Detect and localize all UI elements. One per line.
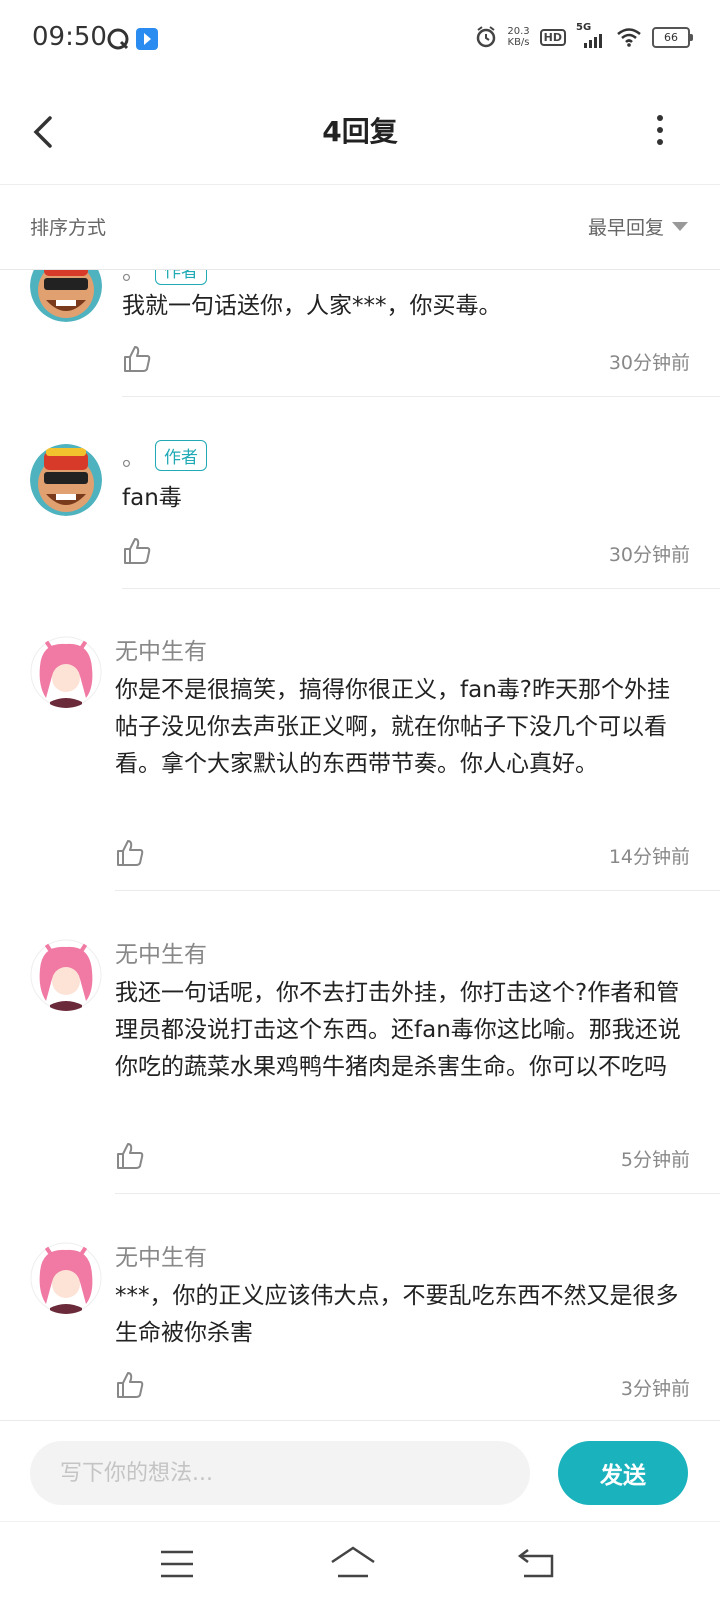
send-button[interactable]: 发送 — [558, 1441, 688, 1505]
home-icon[interactable] — [328, 1542, 378, 1586]
header: 4回复 — [0, 80, 720, 185]
username: 无中生有 — [115, 942, 207, 968]
back-nav-icon[interactable] — [514, 1542, 558, 1586]
comment-composer: 发送 — [0, 1420, 720, 1521]
reply-text: 我还一句话呢，你不去打击外挂，你打击这个?作者和管理员都没说打击这个东西。还fa… — [115, 980, 681, 1080]
reply-item: 。 作者 我就一句话送你，人家***，你买毒。 30分钟前 — [0, 270, 720, 410]
reply-item: 无中生有 我还一句话呢，你不去打击外挂，你打击这个?作者和管理员都没说打击这个东… — [0, 933, 720, 1213]
username: 。 — [122, 445, 145, 471]
timestamp: 30分钟前 — [608, 544, 690, 566]
sort-label: 排序方式 — [30, 217, 107, 239]
alarm-icon — [477, 26, 496, 48]
divider — [115, 890, 720, 891]
timestamp: 14分钟前 — [608, 846, 690, 868]
author-badge: 作者 — [155, 270, 207, 285]
thumbs-up-icon[interactable] — [122, 536, 152, 566]
net-speed-unit: KB/s — [507, 37, 530, 48]
signal-icon: 5G — [576, 22, 606, 48]
net-speed: 20.3 KB/s — [507, 26, 529, 48]
reply-item: 无中生有 ***，你的正义应该伟大点，不要乱吃东西不然又是很多生命被你杀害 3分… — [0, 1236, 720, 1420]
reply-text: ***，你的正义应该伟大点，不要乱吃东西不然又是很多生命被你杀害 — [115, 1283, 679, 1346]
avatar[interactable] — [30, 939, 102, 1011]
thumbs-up-icon[interactable] — [115, 1370, 145, 1400]
sort-dropdown[interactable]: 最早回复 — [588, 213, 688, 240]
avatar[interactable] — [30, 444, 102, 516]
author-badge: 作者 — [155, 439, 207, 471]
avatar[interactable] — [30, 636, 102, 708]
reply-item: 。 作者 fan毒 30分钟前 — [0, 436, 720, 596]
timestamp: 30分钟前 — [608, 352, 690, 374]
comment-input[interactable] — [30, 1441, 530, 1505]
divider — [115, 1193, 720, 1194]
hd-icon: HD — [539, 28, 566, 46]
menu-icon[interactable] — [155, 1542, 199, 1586]
page-title: 4回复 — [322, 115, 398, 148]
thumbs-up-icon[interactable] — [122, 344, 152, 374]
reply-item: 无中生有 你是不是很搞笑，搞得你很正义，fan毒?昨天那个外挂帖子没见你去声张正… — [0, 630, 720, 910]
app-icon — [136, 28, 158, 50]
thumbs-up-icon[interactable] — [115, 1141, 145, 1171]
reply-list[interactable]: 。 作者 我就一句话送你，人家***，你买毒。 30分钟前 。 作者 fan毒 … — [0, 270, 720, 1420]
username: 无中生有 — [115, 1245, 207, 1271]
avatar[interactable] — [30, 1242, 102, 1314]
sort-selected-value: 最早回复 — [587, 217, 664, 239]
username: 无中生有 — [115, 639, 207, 665]
thumbs-up-icon[interactable] — [115, 838, 145, 868]
reply-text: 你是不是很搞笑，搞得你很正义，fan毒?昨天那个外挂帖子没见你去声张正义啊，就在… — [115, 677, 670, 777]
system-nav-bar — [0, 1521, 720, 1606]
sort-bar: 排序方式 最早回复 — [0, 185, 720, 270]
status-bar: 09:50 20.3 KB/s HD 5G 66 — [0, 0, 720, 80]
timestamp: 3分钟前 — [620, 1378, 690, 1400]
avatar[interactable] — [30, 270, 102, 322]
battery-icon: 66 — [652, 26, 693, 48]
username: 。 — [122, 270, 145, 285]
reply-text: 我就一句话送你，人家***，你买毒。 — [122, 293, 502, 319]
reply-text: fan毒 — [122, 485, 182, 511]
chevron-down-icon — [672, 222, 688, 231]
more-options-icon[interactable] — [650, 110, 670, 150]
net-speed-value: 20.3 — [507, 26, 530, 37]
divider — [122, 588, 720, 589]
wifi-icon — [617, 28, 641, 47]
status-time: 09:50 — [32, 22, 107, 52]
qq-icon — [107, 28, 129, 50]
divider — [122, 396, 720, 397]
timestamp: 5分钟前 — [620, 1149, 690, 1171]
